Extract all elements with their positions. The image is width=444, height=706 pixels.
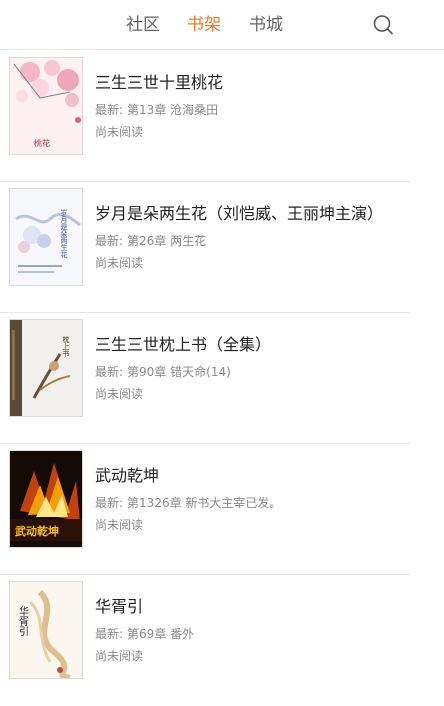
book-item[interactable]: 岁月是朵两生花 岁月是朵两生花（刘恺威、王丽坤主演） 最新: 第26章 两生花 尚… [0,182,444,313]
book-cover: 桃花 [9,57,83,155]
tab-bookstore[interactable]: 书城 [249,14,283,36]
read-status: 尚未阅读 [95,518,144,532]
tab-bookshelf[interactable]: 书架 [187,14,221,36]
book-cover: 武动乾坤 [9,450,83,548]
latest-chapter: 最新: 第26章 两生花 [95,234,207,248]
book-title: 岁月是朵两生花（刘恺威、王丽坤主演） [95,204,384,223]
book-title: 武动乾坤 [95,466,160,485]
search-button[interactable] [370,12,396,38]
book-cover: 岁月是朵两生花 [9,188,83,286]
latest-chapter: 最新: 第69章 番外 [95,627,195,641]
tab-community[interactable]: 社区 [126,14,160,36]
read-status: 尚未阅读 [95,125,144,139]
read-status: 尚未阅读 [95,387,144,401]
latest-chapter: 最新: 第90章 错天命(14) [95,365,231,379]
book-title: 三生三世十里桃花 [95,73,224,92]
latest-chapter: 最新: 第1326章 新书大主宰已发。 [95,496,282,510]
book-item[interactable]: 桃花 三生三世十里桃花 最新: 第13章 沧海桑田 尚未阅读 [0,51,444,182]
book-title: 华胥引 [95,597,144,616]
cover-text: 枕上书 [62,335,70,358]
cover-text: 岁月是朵两生花 [60,208,68,259]
book-title: 三生三世枕上书（全集） [95,335,272,354]
top-nav-bar: 社区 书架 书城 [0,0,444,50]
book-item[interactable]: 华胥引 华胥引 最新: 第69章 番外 尚未阅读 [0,575,444,706]
book-item[interactable]: 枕上书 三生三世枕上书（全集） 最新: 第90章 错天命(14) 尚未阅读 [0,313,444,444]
book-cover: 枕上书 [9,319,83,417]
book-cover: 华胥引 [9,581,83,679]
cover-text: 桃花 [34,138,50,148]
cover-text: 武动乾坤 [15,524,59,538]
latest-chapter: 最新: 第13章 沧海桑田 [95,103,219,117]
read-status: 尚未阅读 [95,256,144,270]
read-status: 尚未阅读 [95,649,144,663]
search-icon [373,15,393,35]
cover-text: 华胥引 [17,605,29,637]
book-item[interactable]: 武动乾坤 武动乾坤 最新: 第1326章 新书大主宰已发。 尚未阅读 [0,444,444,575]
